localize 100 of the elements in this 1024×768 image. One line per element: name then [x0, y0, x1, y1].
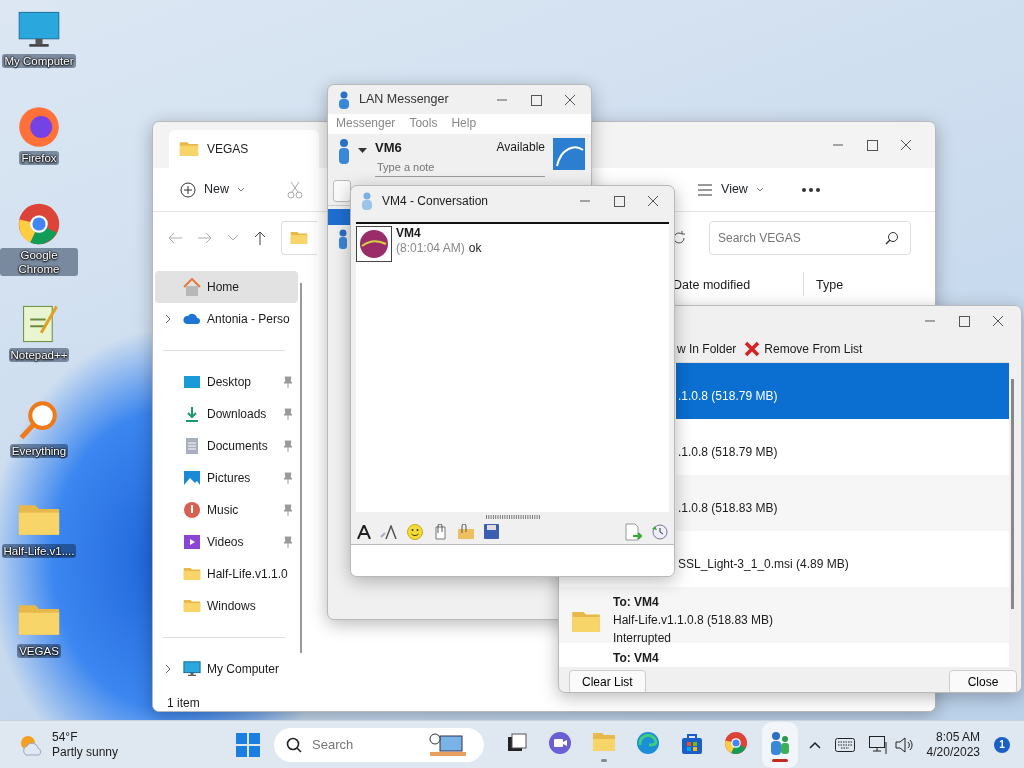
pin-icon — [281, 504, 293, 516]
note-field[interactable]: Type a note — [375, 157, 545, 177]
picture-icon — [183, 469, 201, 487]
caret-icon — [237, 186, 245, 193]
font-style-icon[interactable] — [380, 524, 398, 539]
chrome-icon — [17, 202, 61, 246]
search-field[interactable]: Search — [274, 727, 485, 762]
avatar-picture-icon — [553, 138, 585, 170]
clock[interactable]: 8:05 AM 4/20/2023 — [926, 729, 980, 760]
recipient-text: To: VM4 — [613, 594, 660, 611]
caret-icon — [755, 186, 764, 193]
nav-item[interactable]: My Computer — [155, 653, 298, 685]
search-input[interactable]: Search — [310, 733, 421, 756]
nav-item[interactable]: Windows — [155, 590, 298, 622]
weather-text[interactable]: Partly sunny — [52, 744, 119, 760]
toolbar-button[interactable]: w In Folder — [677, 340, 737, 358]
nav-item[interactable]: Music — [155, 494, 298, 526]
new-button[interactable]: New — [171, 175, 254, 204]
user-figure-icon — [338, 138, 350, 164]
time-text: 8:05 AM — [935, 729, 980, 745]
pin-icon — [281, 536, 293, 548]
transfer-row[interactable]: .1.0.8 (518.79 MB) — [676, 363, 1009, 419]
list-view-icon — [697, 182, 713, 197]
download-icon — [183, 405, 201, 423]
nav-item[interactable]: Half-Life.v1.1.0 — [155, 558, 298, 590]
paperclip-file-icon[interactable] — [432, 523, 448, 540]
edge-icon[interactable] — [636, 730, 661, 755]
document-icon — [183, 437, 201, 455]
clear-list-button[interactable]: Clear List — [569, 670, 646, 692]
desktop-icon — [183, 373, 201, 391]
contact-figure-icon[interactable] — [338, 229, 348, 249]
close-button[interactable]: Close — [949, 670, 1017, 692]
file-name: .1.0.8 (518.79 MB) — [678, 388, 778, 405]
nav-item[interactable]: Antonia - Perso — [155, 303, 298, 335]
paperclip-folder-icon[interactable] — [457, 523, 475, 540]
splitter-grip-icon[interactable] — [485, 515, 540, 519]
nav-item[interactable]: Pictures — [155, 462, 298, 494]
home-icon — [183, 278, 201, 296]
chrome-icon[interactable] — [724, 730, 749, 755]
pin-icon — [281, 376, 293, 388]
music-icon — [183, 501, 201, 519]
nav-item[interactable]: Videos — [155, 526, 298, 558]
window-title: LAN Messenger — [359, 91, 449, 109]
search-icon — [885, 231, 899, 245]
folder-icon — [179, 139, 199, 159]
plus-circle-icon — [180, 181, 196, 198]
recipient-text: To: VM4 — [613, 650, 659, 667]
remove-button[interactable]: Remove From List — [744, 340, 863, 358]
notification-badge[interactable]: 1 — [994, 736, 1010, 753]
nav-item[interactable]: Desktop — [155, 366, 298, 398]
chevron-up-icon[interactable] — [808, 740, 821, 749]
message-input[interactable] — [351, 545, 674, 576]
keyboard-icon[interactable] — [834, 737, 855, 752]
folder-icon — [183, 597, 201, 615]
transfer-row[interactable]: .1.0.8 (518.83 MB) — [676, 475, 1009, 531]
x-mark-icon — [744, 341, 761, 357]
temperature-text[interactable]: 54°F — [52, 729, 119, 745]
timestamp: (8:01:04 AM) — [396, 241, 465, 256]
nav-item[interactable]: Home — [155, 271, 298, 303]
more-options-icon[interactable] — [800, 186, 821, 193]
menu-item[interactable]: Help — [451, 114, 477, 134]
menu-item[interactable]: Tools — [409, 114, 438, 134]
search-field[interactable]: Search VEGAS — [709, 221, 911, 255]
caret-icon[interactable] — [358, 148, 367, 154]
folder-icon — [290, 229, 308, 247]
search-icon — [286, 736, 303, 753]
tab-title: VEGAS — [207, 141, 249, 158]
column-header[interactable]: Type — [816, 276, 844, 295]
smiley-icon[interactable] — [407, 523, 423, 540]
user-name: VM6 — [375, 139, 402, 157]
scrollbar-thumb[interactable] — [1011, 379, 1014, 609]
window-tab[interactable]: VEGAS — [169, 130, 319, 168]
speaker-icon[interactable] — [894, 736, 913, 753]
monitor-network-icon[interactable] — [868, 735, 889, 754]
status-text: 1 item — [167, 695, 200, 711]
nav-item[interactable]: Documents — [155, 430, 298, 462]
file-name: .1.0.8 (518.83 MB) — [678, 500, 778, 517]
folder-icon — [183, 565, 201, 583]
chevron-right-icon[interactable] — [165, 664, 172, 674]
nav-item[interactable]: Downloads — [155, 398, 298, 430]
messenger-icon — [337, 90, 351, 109]
view-button[interactable]: View — [688, 175, 773, 204]
video-call-icon[interactable] — [548, 730, 573, 755]
video-icon — [183, 533, 201, 551]
message-text: ok — [468, 241, 482, 256]
document-arrow-icon[interactable] — [624, 522, 642, 541]
menu-item[interactable]: Messenger — [336, 114, 396, 134]
file-name: SSL_Light-3_1_0.msi (4.89 MB) — [678, 556, 849, 573]
monitor-icon — [183, 660, 201, 678]
up-arrow-icon[interactable] — [253, 230, 267, 246]
desktop-icon-label[interactable]: VEGAS — [17, 644, 61, 658]
transfer-row[interactable]: To: VM4 Half-Life.v1.1.0.8 (518.83 MB) Interrupted — [559, 587, 1009, 643]
sender-name: VM4 — [396, 226, 422, 241]
status-text[interactable]: Available — [496, 138, 545, 158]
chevron-right-icon[interactable] — [165, 314, 172, 324]
pin-icon — [281, 472, 293, 484]
start-icon[interactable] — [236, 732, 261, 757]
file-name: .1.0.8 (518.79 MB) — [678, 444, 778, 461]
pin-icon — [281, 440, 293, 452]
font-letter-icon[interactable] — [357, 524, 371, 539]
